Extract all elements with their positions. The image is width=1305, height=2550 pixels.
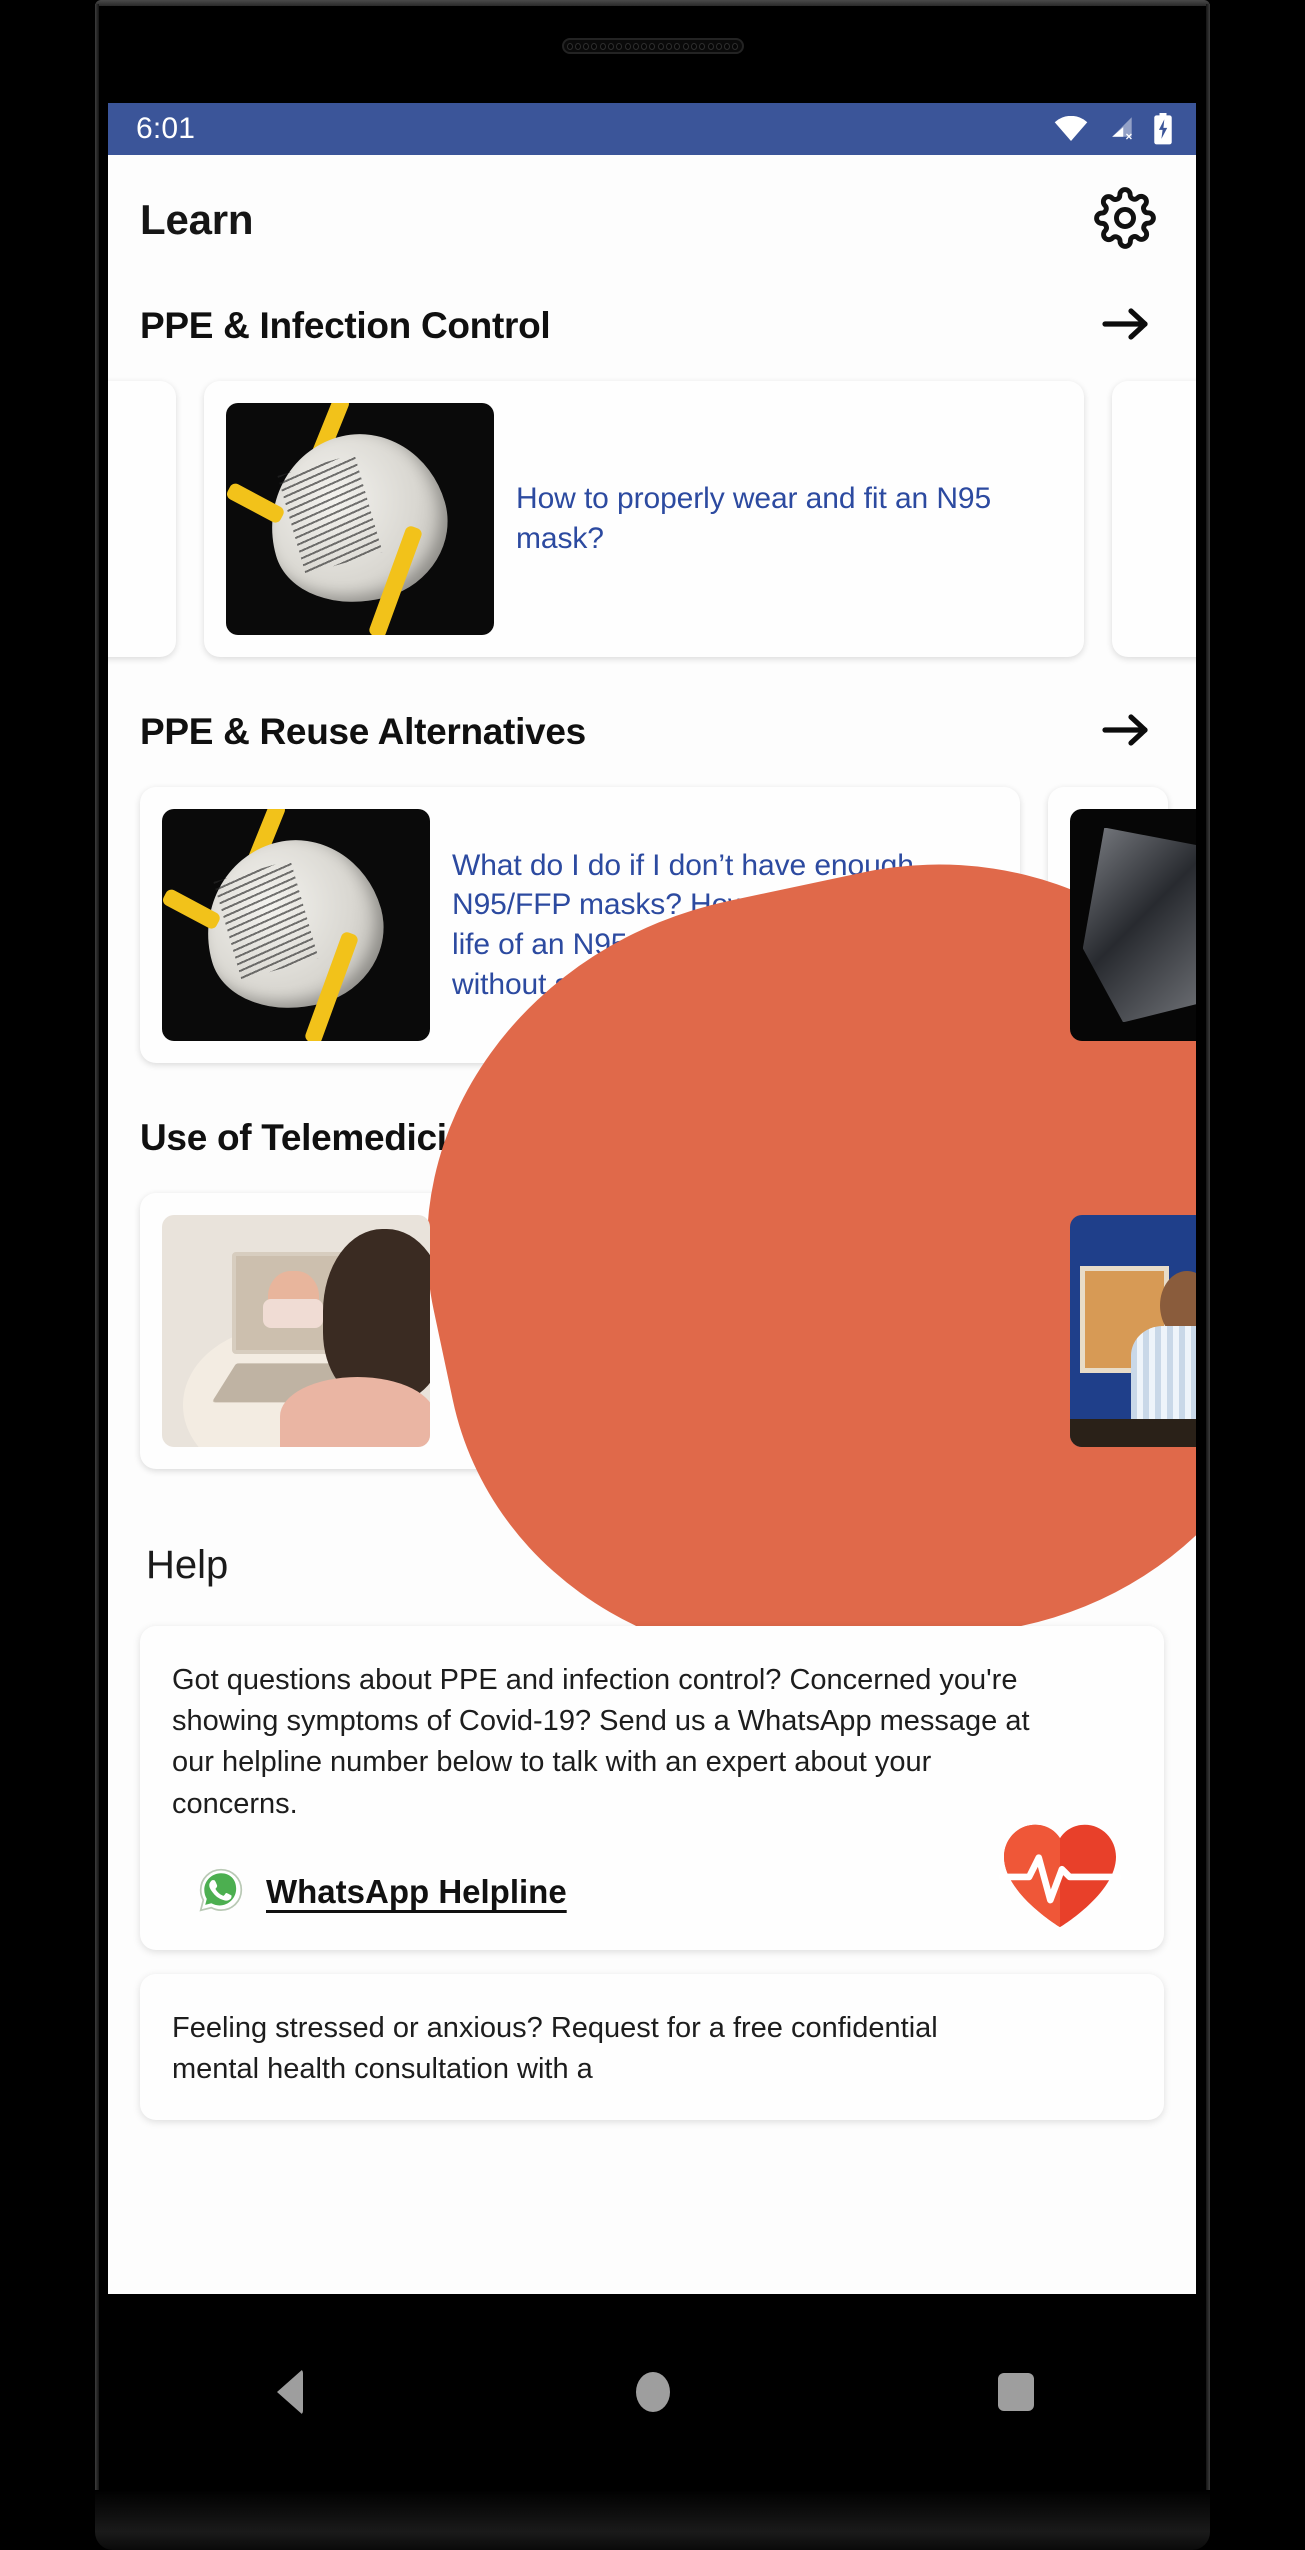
app-bar: Learn xyxy=(108,155,1196,277)
device-frame: 6:01 × Learn PPE & Infection Control How… xyxy=(0,0,1305,2550)
square-recents-icon xyxy=(997,2373,1034,2411)
carousel-ppe-infection-control[interactable]: How to properly wear and fit an N95 mask… xyxy=(108,367,1196,1733)
section-title: PPE & Reuse Alternatives xyxy=(140,711,586,752)
battery-charging-icon xyxy=(1152,113,1174,145)
android-navigation-bar xyxy=(108,2294,1197,2490)
section-title: Use of Telemedicine xyxy=(140,1117,490,1158)
arrow-right-icon xyxy=(1101,304,1153,349)
phone-screen: 6:01 × Learn PPE & Infection Control How… xyxy=(108,103,1196,2294)
n95-mask-photo xyxy=(162,809,430,1041)
svg-text:×: × xyxy=(1125,131,1132,142)
wifi-icon xyxy=(1054,116,1088,142)
app-content: Learn PPE & Infection Control How to pro… xyxy=(108,155,1196,2294)
status-bar-icons: × xyxy=(1054,113,1174,145)
frame-right-bevel xyxy=(1206,4,1210,2510)
whatsapp-helpline-label: WhatsApp Helpline xyxy=(266,1873,567,1911)
whatsapp-helpline-link[interactable]: WhatsApp Helpline xyxy=(172,1865,1132,1920)
cellular-no-sim-icon: × xyxy=(1104,116,1136,142)
telemedicine-laptop-photo xyxy=(162,1215,430,1447)
help-card-body: Got questions about PPE and infection co… xyxy=(172,1664,1030,1820)
frame-top-bevel xyxy=(95,0,1210,6)
settings-button[interactable] xyxy=(1086,181,1164,259)
qa-card-peek-right[interactable] xyxy=(363,381,1196,1733)
section-arrow-button[interactable] xyxy=(1100,705,1154,759)
n95-mask-photo xyxy=(226,403,494,635)
office-consultation-photo xyxy=(1070,1215,1196,1447)
status-bar: 6:01 × xyxy=(108,103,1196,155)
gear-icon xyxy=(1094,186,1156,254)
arrow-right-icon xyxy=(1101,710,1153,755)
qa-card-question: How to properly wear and fit an N95 mask… xyxy=(516,482,992,555)
help-card-body: Feeling stressed or anxious? Request for… xyxy=(172,2011,938,2085)
circle-home-icon xyxy=(635,2372,670,2412)
frame-left-bevel xyxy=(95,4,99,2510)
section-arrow-button[interactable] xyxy=(1100,299,1154,353)
section-title: PPE & Infection Control xyxy=(140,305,551,346)
section-header-ppe-infection-control: PPE & Infection Control xyxy=(108,277,1196,367)
earpiece-speaker-grille xyxy=(561,38,744,54)
section-header-ppe-reuse-alternatives: PPE & Reuse Alternatives xyxy=(108,683,1196,773)
triangle-back-icon xyxy=(276,2369,303,2415)
nav-recents-button[interactable] xyxy=(956,2352,1076,2432)
frame-bottom-bevel xyxy=(95,2490,1210,2550)
help-card-whatsapp[interactable]: Got questions about PPE and infection co… xyxy=(140,1626,1164,1950)
nav-back-button[interactable] xyxy=(230,2352,350,2432)
qa-card[interactable]: How to properly wear and fit an N95 mask… xyxy=(204,381,1084,657)
plastic-bag-photo xyxy=(1070,809,1196,1041)
qa-card-peek-left[interactable] xyxy=(108,381,176,657)
help-card-mental-health[interactable]: Feeling stressed or anxious? Request for… xyxy=(140,1973,1164,2121)
status-bar-clock: 6:01 xyxy=(136,112,196,145)
heartbeat-icon xyxy=(998,1819,1122,1936)
nav-home-button[interactable] xyxy=(593,2352,713,2432)
page-title: Learn xyxy=(140,196,254,243)
whatsapp-icon xyxy=(196,1865,246,1920)
